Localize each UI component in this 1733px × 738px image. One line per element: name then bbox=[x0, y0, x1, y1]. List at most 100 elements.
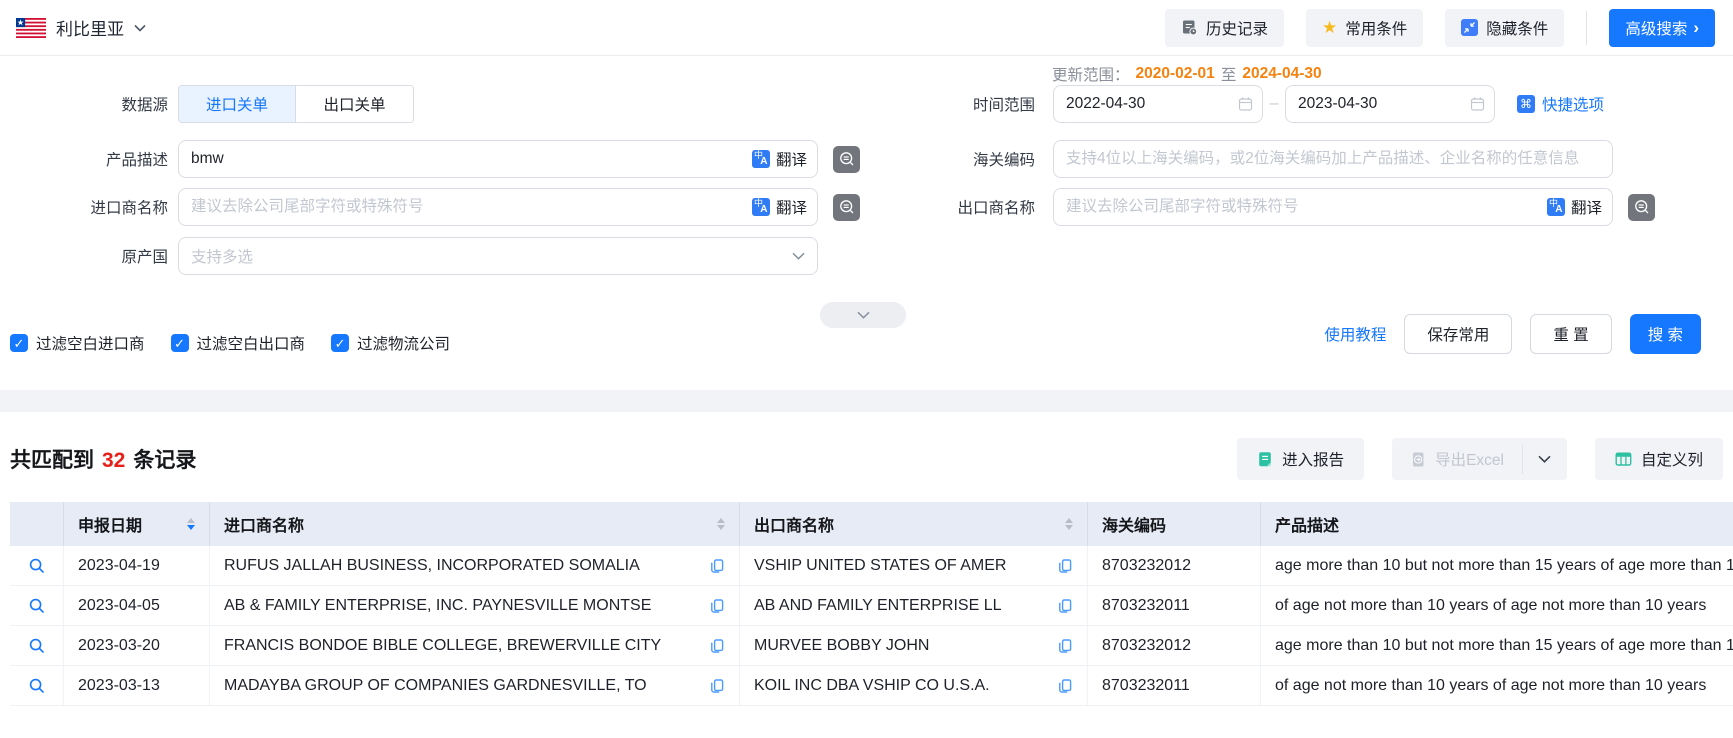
fuzzy-match-toggle[interactable] bbox=[1628, 194, 1655, 221]
row-detail-search-button[interactable] bbox=[28, 597, 46, 615]
save-favorite-button[interactable]: 保存常用 bbox=[1404, 314, 1512, 354]
chevron-down-icon bbox=[134, 24, 146, 32]
end-date-input[interactable] bbox=[1285, 85, 1495, 123]
export-excel-button[interactable]: 导出Excel bbox=[1392, 438, 1522, 480]
liberia-flag-icon bbox=[16, 18, 46, 38]
cell-expand bbox=[10, 586, 64, 625]
copy-icon bbox=[709, 638, 725, 654]
cell-expand bbox=[10, 546, 64, 585]
copy-button[interactable] bbox=[1057, 598, 1073, 614]
importer-input[interactable] bbox=[178, 188, 818, 226]
cell-hs-code: 8703232011 bbox=[1088, 586, 1261, 625]
advanced-search-button[interactable]: 高级搜索 › bbox=[1609, 9, 1715, 47]
translate-button[interactable]: 中A 翻译 bbox=[752, 196, 807, 218]
copy-button[interactable] bbox=[709, 598, 725, 614]
quick-options-link[interactable]: ⌘ 快捷选项 bbox=[1517, 93, 1604, 115]
start-date-input[interactable] bbox=[1053, 85, 1263, 123]
topbar: 利比里亚 历史记录 ★ 常用条件 bbox=[0, 0, 1733, 56]
table-row: 2023-04-19 RUFUS JALLAH BUSINESS, INCORP… bbox=[10, 546, 1733, 586]
collapse-icon bbox=[1461, 19, 1478, 36]
translate-label: 翻译 bbox=[776, 148, 807, 170]
tab-export-declarations[interactable]: 出口关单 bbox=[296, 86, 413, 122]
header-exporter-name[interactable]: 出口商名称 bbox=[740, 502, 1088, 546]
collapse-form-button[interactable] bbox=[820, 302, 906, 328]
exporter-label: 出口商名称 bbox=[870, 196, 1035, 218]
table-row: 2023-04-05 AB & FAMILY ENTERPRISE, INC. … bbox=[10, 586, 1733, 626]
row-detail-search-button[interactable] bbox=[28, 677, 46, 695]
filter-blank-exporter[interactable]: ✓ 过滤空白出口商 bbox=[171, 332, 306, 354]
hs-code-row: 海关编码 bbox=[870, 140, 1613, 178]
country-name: 利比里亚 bbox=[56, 15, 124, 40]
cell-expand bbox=[10, 666, 64, 705]
magnifier-icon bbox=[28, 677, 46, 695]
product-desc-input[interactable] bbox=[178, 140, 818, 178]
fuzzy-search-icon bbox=[839, 199, 855, 215]
header-declaration-date[interactable]: 申报日期 bbox=[64, 502, 210, 546]
filter-blank-importer[interactable]: ✓ 过滤空白进口商 bbox=[10, 332, 145, 354]
end-date-field bbox=[1285, 85, 1495, 123]
cell-declaration-date: 2023-03-13 bbox=[64, 666, 210, 705]
time-range-label: 时间范围 bbox=[870, 93, 1035, 115]
translate-button[interactable]: 中A 翻译 bbox=[752, 148, 807, 170]
summary-suffix: 条记录 bbox=[133, 444, 196, 474]
star-icon: ★ bbox=[1322, 19, 1337, 36]
fuzzy-match-toggle[interactable] bbox=[833, 194, 860, 221]
results-summary: 共匹配到32条记录 bbox=[10, 444, 196, 474]
translate-button[interactable]: 中A 翻译 bbox=[1547, 196, 1602, 218]
importer-row: 进口商名称 中A 翻译 bbox=[0, 188, 860, 226]
cell-declaration-date: 2023-04-19 bbox=[64, 546, 210, 585]
table-header-row: 申报日期 进口商名称 出口商名称 海关编码 产品描述 bbox=[10, 502, 1733, 546]
row-detail-search-button[interactable] bbox=[28, 637, 46, 655]
cell-hs-code: 8703232012 bbox=[1088, 546, 1261, 585]
exporter-row: 出口商名称 中A 翻译 bbox=[870, 188, 1655, 226]
copy-icon bbox=[1057, 558, 1073, 574]
exporter-field: 中A 翻译 bbox=[1053, 188, 1613, 226]
country-selector[interactable]: 利比里亚 bbox=[16, 15, 146, 40]
origin-select[interactable]: 支持多选 bbox=[178, 237, 818, 275]
quick-options-label: 快捷选项 bbox=[1542, 93, 1604, 115]
copy-icon bbox=[709, 598, 725, 614]
importer-field: 中A 翻译 bbox=[178, 188, 818, 226]
sort-control[interactable] bbox=[1057, 518, 1073, 530]
tutorial-link[interactable]: 使用教程 bbox=[1324, 323, 1386, 345]
customize-columns-button[interactable]: 自定义列 bbox=[1595, 438, 1723, 480]
header-importer-name[interactable]: 进口商名称 bbox=[210, 502, 740, 546]
export-options-dropdown[interactable] bbox=[1523, 438, 1567, 480]
hs-code-input[interactable] bbox=[1053, 140, 1613, 178]
copy-button[interactable] bbox=[709, 678, 725, 694]
filter-label: 过滤物流公司 bbox=[357, 332, 450, 354]
filter-logistics[interactable]: ✓ 过滤物流公司 bbox=[331, 332, 450, 354]
reset-button[interactable]: 重 置 bbox=[1530, 314, 1611, 354]
data-source-label: 数据源 bbox=[0, 93, 168, 115]
search-button[interactable]: 搜 索 bbox=[1630, 314, 1701, 354]
favorites-button[interactable]: ★ 常用条件 bbox=[1306, 9, 1423, 47]
copy-button[interactable] bbox=[709, 638, 725, 654]
table-row: 2023-03-20 FRANCIS BONDOE BIBLE COLLEGE,… bbox=[10, 626, 1733, 666]
magnifier-icon bbox=[28, 557, 46, 575]
cell-exporter: VSHIP UNITED STATES OF AMER bbox=[740, 546, 1088, 585]
translate-label: 翻译 bbox=[776, 196, 807, 218]
copy-button[interactable] bbox=[1057, 638, 1073, 654]
match-count: 32 bbox=[102, 449, 125, 473]
filter-label: 过滤空白进口商 bbox=[36, 332, 145, 354]
row-detail-search-button[interactable] bbox=[28, 557, 46, 575]
exporter-input[interactable] bbox=[1053, 188, 1613, 226]
magnifier-icon bbox=[28, 597, 46, 615]
fuzzy-match-toggle[interactable] bbox=[833, 146, 860, 173]
sort-control[interactable] bbox=[709, 518, 725, 530]
translate-icon: 中A bbox=[752, 150, 770, 168]
translate-icon: 中A bbox=[752, 198, 770, 216]
calendar-icon bbox=[1470, 97, 1485, 112]
tab-import-declarations[interactable]: 进口关单 bbox=[179, 86, 296, 122]
copy-button[interactable] bbox=[1057, 558, 1073, 574]
origin-row: 原产国 支持多选 bbox=[0, 237, 818, 275]
header-label: 出口商名称 bbox=[754, 512, 834, 536]
copy-button[interactable] bbox=[1057, 678, 1073, 694]
copy-button[interactable] bbox=[709, 558, 725, 574]
data-source-tabs: 进口关单 出口关单 bbox=[178, 85, 414, 123]
importer-label: 进口商名称 bbox=[0, 196, 168, 218]
sort-control[interactable] bbox=[179, 518, 195, 530]
hide-conditions-button[interactable]: 隐藏条件 bbox=[1445, 9, 1564, 47]
enter-report-button[interactable]: 进入报告 bbox=[1237, 438, 1364, 480]
history-button[interactable]: 历史记录 bbox=[1165, 9, 1284, 47]
